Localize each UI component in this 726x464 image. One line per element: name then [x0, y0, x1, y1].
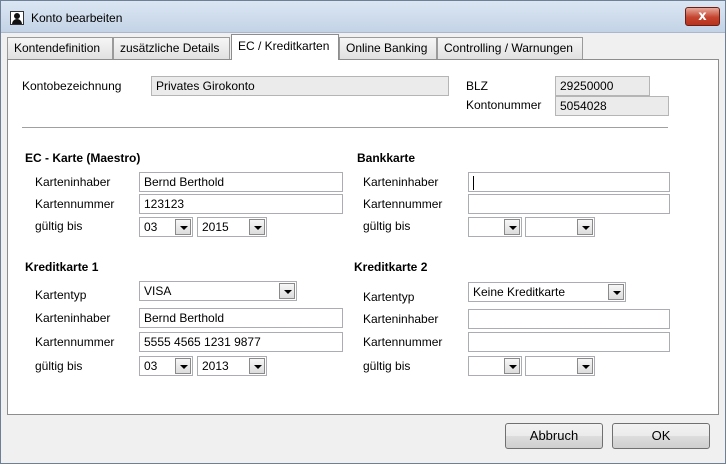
chevron-down-icon[interactable] — [249, 219, 265, 235]
cc1-valid-label: gültig bis — [35, 359, 83, 373]
tab-kontendefinition[interactable]: Kontendefinition — [7, 37, 113, 59]
chevron-down-icon[interactable] — [279, 283, 295, 299]
cc2-holder-label: Karteninhaber — [363, 312, 439, 326]
blz-label: BLZ — [466, 79, 489, 93]
ec-year-select[interactable]: 2015 — [197, 217, 267, 237]
chevron-down-icon[interactable] — [504, 219, 520, 235]
cc1-holder-label: Karteninhaber — [35, 311, 111, 325]
cc2-number-label: Kartennummer — [363, 335, 443, 349]
bank-year-select[interactable] — [525, 217, 595, 237]
cc1-year-select[interactable]: 2013 — [197, 356, 267, 376]
cc2-month-select[interactable] — [468, 356, 522, 376]
chevron-down-icon[interactable] — [175, 219, 191, 235]
bank-card-heading: Bankkarte — [357, 151, 416, 165]
cc2-year-select[interactable] — [525, 356, 595, 376]
chevron-down-icon[interactable] — [175, 358, 191, 374]
cc1-number-field[interactable]: 5555 4565 1231 9877 — [139, 332, 343, 352]
cc1-month-value: 03 — [144, 359, 158, 373]
chevron-down-icon[interactable] — [504, 358, 520, 374]
cc2-valid-label: gültig bis — [363, 359, 411, 373]
tab-panel: Kontobezeichnung Privates Girokonto BLZ … — [7, 59, 719, 415]
ec-number-field[interactable]: 123123 — [139, 194, 343, 214]
bank-number-field[interactable] — [468, 194, 670, 214]
cc1-year-value: 2013 — [202, 359, 229, 373]
cc2-type-select[interactable]: Keine Kreditkarte — [468, 282, 626, 302]
chevron-down-icon[interactable] — [577, 358, 593, 374]
cc2-type-label: Kartentyp — [363, 290, 415, 304]
account-number-field[interactable]: 5054028 — [555, 96, 669, 116]
divider — [22, 127, 668, 128]
bank-valid-label: gültig bis — [363, 219, 411, 233]
user-icon — [10, 11, 24, 25]
account-name-label: Kontobezeichnung — [22, 79, 122, 93]
ec-month-select[interactable]: 03 — [139, 217, 193, 237]
tab-online-banking[interactable]: Online Banking — [339, 37, 437, 59]
account-number-label: Kontonummer — [466, 98, 542, 112]
bank-number-label: Kartennummer — [363, 197, 443, 211]
cc2-number-field[interactable] — [468, 332, 670, 352]
close-button[interactable]: x — [685, 7, 720, 26]
tab-controlling-warnungen[interactable]: Controlling / Warnungen — [437, 37, 583, 59]
ec-month-value: 03 — [144, 220, 158, 234]
bank-holder-field[interactable] — [468, 172, 670, 192]
tab-ec-kreditkarten[interactable]: EC / Kreditkarten — [231, 34, 339, 60]
cc1-type-select[interactable]: VISA — [139, 281, 297, 301]
chevron-down-icon[interactable] — [608, 284, 624, 300]
ok-button[interactable]: OK — [612, 423, 710, 449]
ec-valid-label: gültig bis — [35, 219, 83, 233]
dialog-window: Konto bearbeiten x Kontendefinition zusä… — [0, 0, 726, 464]
cc2-holder-field[interactable] — [468, 309, 670, 329]
tab-zusaetzliche-details[interactable]: zusätzliche Details — [113, 37, 230, 59]
ec-holder-field[interactable]: Bernd Berthold — [139, 172, 343, 192]
cc2-type-value: Keine Kreditkarte — [473, 285, 566, 299]
text-cursor — [473, 175, 474, 190]
cc1-holder-field[interactable]: Bernd Berthold — [139, 308, 343, 328]
chevron-down-icon[interactable] — [577, 219, 593, 235]
window-title: Konto bearbeiten — [31, 11, 123, 25]
ec-holder-label: Karteninhaber — [35, 175, 111, 189]
ec-number-label: Kartennummer — [35, 197, 115, 211]
chevron-down-icon[interactable] — [249, 358, 265, 374]
ec-card-heading: EC - Karte (Maestro) — [25, 151, 141, 165]
ec-year-value: 2015 — [202, 220, 229, 234]
cc1-type-label: Kartentyp — [35, 288, 87, 302]
title-bar: Konto bearbeiten x — [1, 1, 725, 33]
cc1-month-select[interactable]: 03 — [139, 356, 193, 376]
bank-month-select[interactable] — [468, 217, 522, 237]
credit-card-2-heading: Kreditkarte 2 — [354, 260, 428, 274]
blz-field[interactable]: 29250000 — [555, 76, 650, 96]
cc1-number-label: Kartennummer — [35, 335, 115, 349]
account-name-field[interactable]: Privates Girokonto — [151, 76, 449, 96]
cc1-type-value: VISA — [144, 284, 172, 298]
cancel-button[interactable]: Abbruch — [505, 423, 603, 449]
credit-card-1-heading: Kreditkarte 1 — [25, 260, 99, 274]
bank-holder-label: Karteninhaber — [363, 175, 439, 189]
